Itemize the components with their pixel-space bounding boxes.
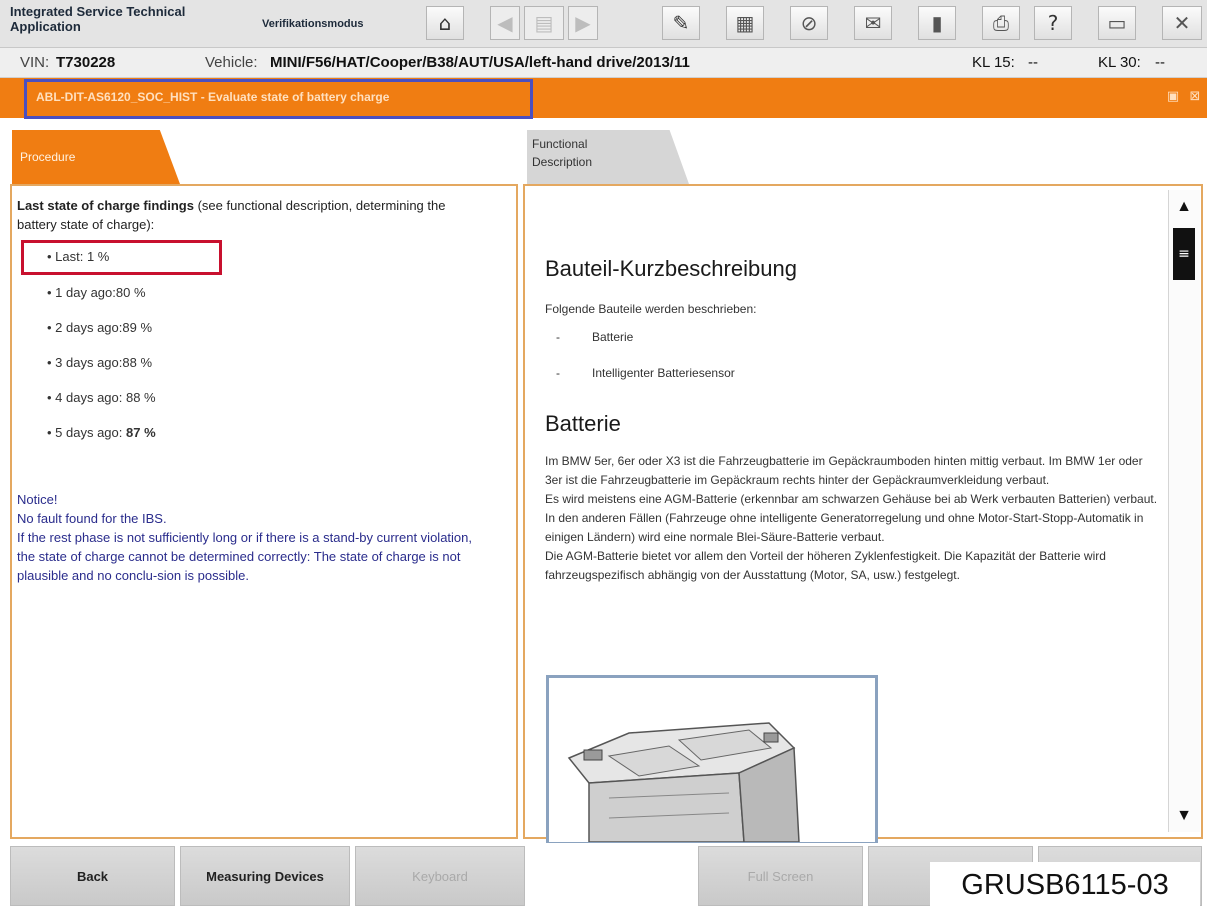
doc-intro: Folgende Bauteile werden beschrieben: xyxy=(545,302,757,316)
finding-item: • 4 days ago: 88 % xyxy=(47,390,156,405)
device-glyph: ▮ xyxy=(931,11,943,35)
battery-illustration-icon xyxy=(567,722,800,842)
help-glyph: ? xyxy=(1047,11,1059,35)
finding-item: • 5 days ago: 87 % xyxy=(47,425,156,440)
noconn-glyph: ⊘ xyxy=(800,11,818,35)
close-icon[interactable]: ✕ xyxy=(1162,6,1202,40)
list-dash: - xyxy=(556,330,560,344)
doc-body: Im BMW 5er, 6er oder X3 ist die Fahrzeug… xyxy=(545,452,1160,585)
minimize-glyph: ▭ xyxy=(1107,11,1127,35)
back-glyph: ◀ xyxy=(497,11,513,35)
no-connection-icon[interactable]: ⊘ xyxy=(790,6,828,40)
scroll-down-icon[interactable]: ▼ xyxy=(1171,803,1197,829)
finding-item: • 2 days ago:89 % xyxy=(47,320,153,335)
minimize-icon[interactable]: ▭ xyxy=(1098,6,1136,40)
tab-procedure-label: Procedure xyxy=(20,150,76,164)
home-icon[interactable]: ⌂ xyxy=(426,6,464,40)
print-icon[interactable]: ⎙ xyxy=(982,6,1020,40)
kl15-label: KL 15: xyxy=(972,54,1015,71)
arrow-right-icon[interactable]: ▶ xyxy=(568,6,598,40)
doc-paragraph: Im BMW 5er, 6er oder X3 ist die Fahrzeug… xyxy=(545,454,1143,487)
kl30-label: KL 30: xyxy=(1098,54,1141,71)
kl15-value: -- xyxy=(1028,54,1038,71)
document-icon[interactable]: ▤ xyxy=(524,6,564,40)
arrow-left-icon[interactable]: ◀ xyxy=(490,6,520,40)
findings-heading: Last state of charge findings (see funct… xyxy=(17,196,487,234)
notice-block: Notice! No fault found for the IBS. If t… xyxy=(17,490,487,585)
vin-label: VIN: xyxy=(20,54,50,71)
finding-bold-value: 87 % xyxy=(126,425,156,440)
doc-heading-components: Bauteil-Kurzbeschreibung xyxy=(545,256,797,281)
vehicle-value: MINI/F56/HAT/Cooper/B38/AUT/USA/left-han… xyxy=(270,54,690,71)
doc-scrollbar[interactable] xyxy=(1168,190,1200,832)
vehicle-info-bar: VIN: T730228 Vehicle: MINI/F56/HAT/Coope… xyxy=(0,48,1207,78)
notice-title: Notice! xyxy=(17,492,58,507)
vin-value: T730228 xyxy=(56,54,116,71)
finding-item: • Last: 1 % xyxy=(47,249,110,264)
wrench-glyph: ✎ xyxy=(672,11,690,35)
vehicle-label: Vehicle: xyxy=(205,54,258,71)
help-icon[interactable]: ? xyxy=(1034,6,1072,40)
wrench-icon[interactable]: ✎ xyxy=(662,6,700,40)
doc-heading-battery: Batterie xyxy=(545,411,621,436)
panel-minimize-glyph: ▣ xyxy=(1166,89,1180,104)
close-glyph: ✕ xyxy=(1173,11,1191,35)
finding-item: • 1 day ago:80 % xyxy=(47,285,146,300)
full-screen-button[interactable]: Full Screen xyxy=(698,846,863,906)
catalog-icon[interactable]: ▦ xyxy=(726,6,764,40)
doc-paragraph: Es wird meistens eine AGM-Batterie (erke… xyxy=(545,492,1158,544)
measuring-devices-button[interactable]: Measuring Devices xyxy=(180,846,350,906)
panel-close-icon[interactable]: ⊠ xyxy=(1187,89,1203,105)
doc-glyph: ▤ xyxy=(534,11,554,35)
watermark-code: GRUSB6115-03 xyxy=(930,862,1200,908)
doc-list-item: Batterie xyxy=(592,330,634,344)
list-dash: - xyxy=(556,366,560,380)
scroll-thumb[interactable]: ≡ xyxy=(1173,228,1195,280)
function-title: ABL-DIT-AS6120_SOC_HIST - Evaluate state… xyxy=(36,90,390,104)
app-title: Integrated Service Technical Application xyxy=(10,4,186,34)
mail-glyph: ✉ xyxy=(864,11,882,35)
finding-prefix: • 5 days ago: xyxy=(47,425,126,440)
notice-line: No fault found for the IBS. xyxy=(17,511,167,526)
scroll-up-icon[interactable]: ▲ xyxy=(1171,194,1197,220)
battery-image xyxy=(546,675,878,845)
home-glyph: ⌂ xyxy=(438,11,452,35)
tab-functional-label: Functional Description xyxy=(532,137,593,169)
device-icon[interactable]: ▮ xyxy=(918,6,956,40)
catalog-glyph: ▦ xyxy=(735,11,755,35)
doc-paragraph: Die AGM-Batterie bietet vor allem den Vo… xyxy=(545,549,1106,582)
findings-heading-bold: Last state of charge findings xyxy=(17,198,194,213)
doc-list-item: Intelligenter Batteriesensor xyxy=(592,366,735,380)
finding-item: • 3 days ago:88 % xyxy=(47,355,153,370)
back-button[interactable]: Back xyxy=(10,846,175,906)
mail-icon[interactable]: ✉ xyxy=(854,6,892,40)
panel-minimize-icon[interactable]: ▣ xyxy=(1165,89,1181,105)
panel-close-glyph: ⊠ xyxy=(1189,89,1201,104)
mode-label: Verifikationsmodus xyxy=(262,18,364,30)
forward-glyph: ▶ xyxy=(575,11,591,35)
notice-line: If the rest phase is not sufficiently lo… xyxy=(17,530,472,583)
kl30-value: -- xyxy=(1155,54,1165,71)
keyboard-button[interactable]: Keyboard xyxy=(355,846,525,906)
print-glyph: ⎙ xyxy=(993,11,1009,35)
